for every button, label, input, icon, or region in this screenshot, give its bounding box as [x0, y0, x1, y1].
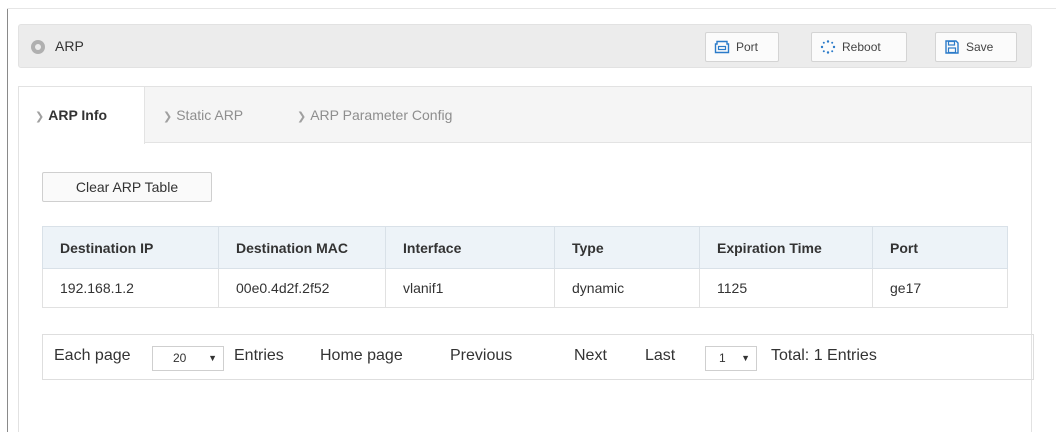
pagination-bar: Each page 20 ▼ Entries Home page Previou… [42, 334, 1034, 380]
cell-destination-mac: 00e0.4d2f.2f52 [218, 268, 386, 308]
page-number-value: 1 [719, 351, 726, 365]
floppy-disk-icon [945, 40, 959, 54]
reboot-button[interactable]: Reboot [811, 32, 907, 62]
port-button-label: Port [736, 40, 759, 54]
entries-label: Entries [234, 347, 284, 364]
cell-type: dynamic [554, 268, 700, 308]
tab-bar: ❯ ARP Info ❯ Static ARP ❯ ARP Parameter Con… [19, 87, 1031, 144]
page-size-select[interactable]: 20 ▼ [152, 346, 224, 371]
frame-border-top [7, 8, 1056, 9]
table-header-row: Destination IP Destination MAC Interface… [42, 226, 1008, 269]
arp-panel: ❯ ARP Info ❯ Static ARP ❯ ARP Parameter Con… [18, 86, 1034, 432]
tab-arp-parameter-config[interactable]: ❯ ARP Parameter Config [297, 87, 452, 143]
table-row: 192.168.1.2 00e0.4d2f.2f52 vlanif1 dynam… [42, 268, 1008, 308]
column-header[interactable]: Destination IP [42, 226, 219, 269]
column-header[interactable]: Expiration Time [699, 226, 873, 269]
page-header: ARP Port Reboot Save [18, 24, 1032, 68]
frame-border-left [7, 8, 8, 432]
column-header[interactable]: Type [554, 226, 700, 269]
page-number-select[interactable]: 1 ▼ [705, 346, 757, 371]
column-header[interactable]: Destination MAC [218, 226, 386, 269]
chevron-down-icon: ▼ [741, 353, 750, 363]
tab-static-arp[interactable]: ❯ Static ARP [163, 87, 243, 143]
spinner-icon [820, 40, 836, 54]
arp-table: Destination IP Destination MAC Interface… [42, 226, 1008, 308]
location-dot-icon [31, 40, 45, 54]
cell-expiration-time: 1125 [699, 268, 873, 308]
clear-arp-table-button[interactable]: Clear ARP Table [42, 172, 212, 202]
home-page-link[interactable]: Home page [320, 347, 403, 365]
each-page-label: Each page [54, 347, 131, 364]
chevron-right-icon: ❯ [297, 111, 307, 123]
total-entries-label: Total: 1 Entries [771, 347, 877, 364]
reboot-button-label: Reboot [842, 40, 881, 54]
next-link[interactable]: Next [574, 347, 607, 365]
column-header[interactable]: Interface [385, 226, 555, 269]
page-size-value: 20 [173, 351, 187, 365]
cell-port: ge17 [872, 268, 1008, 308]
port-button[interactable]: Port [705, 32, 779, 62]
column-header[interactable]: Port [872, 226, 1008, 269]
tab-label: ARP Info [48, 107, 108, 123]
port-icon [714, 40, 730, 54]
save-button-label: Save [966, 40, 994, 54]
cell-interface: vlanif1 [385, 268, 555, 308]
previous-link[interactable]: Previous [450, 347, 512, 365]
last-link[interactable]: Last [645, 347, 675, 365]
page-title: ARP [55, 38, 84, 54]
cell-destination-ip: 192.168.1.2 [42, 268, 219, 308]
tab-label: Static ARP [176, 107, 244, 123]
save-button[interactable]: Save [935, 32, 1017, 62]
chevron-down-icon: ▼ [208, 353, 217, 363]
tab-arp-info[interactable]: ❯ ARP Info [19, 87, 145, 144]
chevron-right-icon: ❯ [35, 111, 45, 123]
chevron-right-icon: ❯ [163, 111, 173, 123]
tab-label: ARP Parameter Config [310, 107, 453, 123]
